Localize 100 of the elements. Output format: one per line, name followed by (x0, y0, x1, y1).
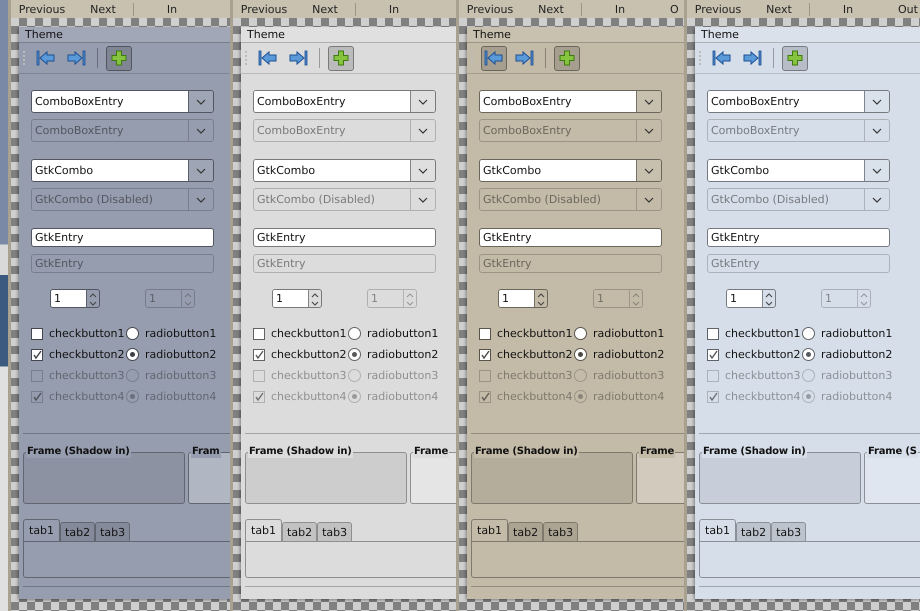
radio-button[interactable] (348, 348, 361, 361)
combo-box[interactable]: GtkCombo (707, 159, 890, 182)
radio-label: radiobutton1 (367, 327, 438, 340)
radio-label: radiobutton3 (367, 369, 438, 382)
nav-label[interactable]: Next (521, 2, 581, 16)
nav-label[interactable]: Next (749, 2, 809, 16)
tab[interactable]: tab2 (508, 522, 544, 541)
text-field[interactable]: GtkEntry (707, 228, 890, 247)
tab[interactable]: tab2 (282, 522, 318, 541)
tab[interactable]: tab3 (543, 522, 578, 541)
nav-label[interactable]: Out (886, 2, 918, 16)
combo-box[interactable]: ComboBoxEntry (253, 90, 436, 113)
tab[interactable]: tab1 (699, 519, 736, 541)
tab[interactable]: tab3 (95, 522, 130, 541)
add-button[interactable] (328, 46, 354, 70)
radio-button[interactable] (126, 348, 139, 361)
radio-label: radiobutton2 (593, 348, 664, 361)
back-button[interactable] (481, 46, 507, 70)
radio-button[interactable] (348, 327, 361, 340)
nav-label[interactable]: In (133, 2, 210, 16)
window-title: Theme (695, 27, 920, 43)
checkbox[interactable] (479, 348, 491, 360)
checkbox[interactable] (31, 348, 43, 360)
checkbox-label: checkbutton1 (49, 327, 124, 340)
add-button[interactable] (782, 46, 808, 70)
nav-label[interactable]: In (809, 2, 886, 16)
nav-label[interactable]: Next (295, 2, 355, 16)
checkbox-label: checkbutton2 (725, 348, 800, 361)
up-down-arrows-icon (181, 290, 194, 307)
radio-button[interactable] (802, 348, 815, 361)
add-button[interactable] (106, 46, 132, 70)
checkbox[interactable] (479, 328, 491, 340)
chevron-down-icon (418, 128, 428, 134)
combo-box[interactable]: ComboBoxEntry (479, 90, 662, 113)
toolbar-handle-icon (23, 51, 25, 65)
tab[interactable]: tab1 (245, 519, 282, 541)
checkbox-label: checkbutton4 (725, 390, 800, 403)
nav-label[interactable]: Next (73, 2, 133, 16)
frame-label: Frame (Shadow in) (26, 445, 131, 458)
frame-label: Frame (S (867, 445, 918, 458)
combo-box[interactable]: GtkCombo (479, 159, 662, 182)
checkbox-label: checkbutton4 (49, 390, 124, 403)
toolbar-handle-icon (699, 51, 701, 65)
plus-icon (332, 49, 350, 67)
chevron-down-icon (644, 168, 654, 174)
checkbox-label: checkbutton3 (49, 369, 124, 382)
radio-label: radiobutton4 (821, 390, 892, 403)
combo-box[interactable]: GtkCombo (253, 159, 436, 182)
nav-label[interactable]: Previous (11, 2, 73, 16)
spin-field[interactable]: 1 (726, 289, 776, 308)
radio-button[interactable] (126, 327, 139, 340)
nav-label[interactable]: Previous (233, 2, 295, 16)
combo-box[interactable]: ComboBoxEntry (31, 90, 214, 113)
combo-box[interactable]: GtkCombo (31, 159, 214, 182)
window-title: Theme (241, 27, 456, 43)
checkbox-label: checkbutton3 (725, 369, 800, 382)
chevron-down-icon (196, 168, 206, 174)
tab[interactable]: tab2 (60, 522, 96, 541)
checkbox[interactable] (31, 328, 43, 340)
spin-field[interactable]: 1 (272, 289, 322, 308)
nav-label[interactable]: O (658, 2, 679, 16)
combo-box[interactable]: ComboBoxEntry (707, 90, 890, 113)
checkbox-label: checkbutton1 (497, 327, 572, 340)
radio-label: radiobutton1 (145, 327, 216, 340)
up-down-arrows-icon (857, 290, 870, 307)
tab[interactable]: tab3 (771, 522, 806, 541)
up-down-arrows-icon (534, 290, 547, 307)
text-field[interactable]: GtkEntry (253, 228, 436, 247)
radio-button[interactable] (574, 348, 587, 361)
spin-field[interactable]: 1 (498, 289, 548, 308)
radio-label: radiobutton3 (145, 369, 216, 382)
tab[interactable]: tab1 (23, 519, 60, 541)
window-title: Theme (467, 27, 684, 43)
tab[interactable]: tab1 (471, 519, 508, 541)
arrow-left-bar-icon (712, 49, 732, 67)
tab[interactable]: tab2 (736, 522, 772, 541)
radio-label: radiobutton1 (593, 327, 664, 340)
spin-field[interactable]: 1 (50, 289, 100, 308)
checkbox[interactable] (707, 348, 719, 360)
frame-label: Frame (Shadow in) (474, 445, 579, 458)
nav-label[interactable]: In (355, 2, 432, 16)
nav-label[interactable]: Previous (687, 2, 749, 16)
radio-button[interactable] (574, 327, 587, 340)
checkbox[interactable] (253, 348, 265, 360)
nav-label[interactable]: Previous (459, 2, 521, 16)
frame-label: Frame (413, 445, 450, 458)
checkbox[interactable] (707, 328, 719, 340)
chevron-down-icon (196, 196, 206, 202)
chevron-down-icon (418, 196, 428, 202)
nav-label[interactable]: In (581, 2, 658, 16)
radio-button[interactable] (802, 327, 815, 340)
arrow-right-bar-icon (742, 49, 762, 67)
radio-label: radiobutton1 (821, 327, 892, 340)
checkbox[interactable] (253, 328, 265, 340)
plus-icon (786, 49, 804, 67)
up-down-arrows-icon (403, 290, 416, 307)
text-field[interactable]: GtkEntry (31, 228, 214, 247)
add-button[interactable] (554, 46, 580, 70)
text-field[interactable]: GtkEntry (479, 228, 662, 247)
tab[interactable]: tab3 (317, 522, 352, 541)
